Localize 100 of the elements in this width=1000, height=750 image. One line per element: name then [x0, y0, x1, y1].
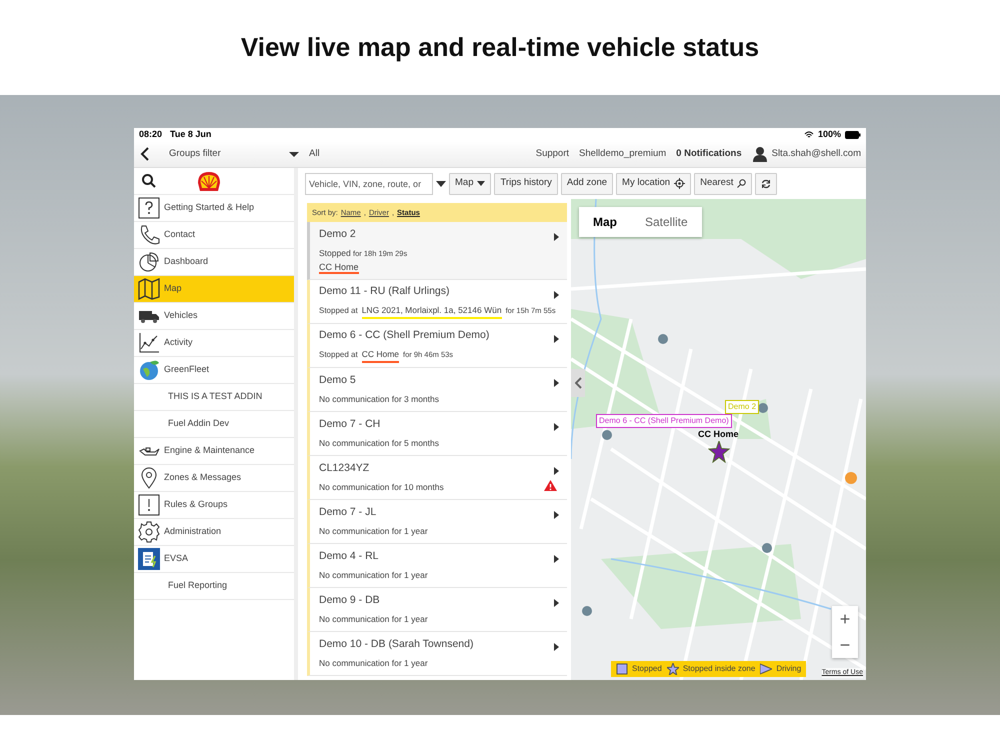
- legend-label: Stopped inside zone: [682, 663, 756, 675]
- caret-right-icon: [554, 335, 559, 343]
- battery-icon: [845, 130, 861, 138]
- sidebar-item[interactable]: Map: [134, 276, 294, 303]
- clipboard-icon: [138, 548, 160, 570]
- caret-right-icon: [554, 379, 559, 387]
- legend-label: Stopped: [632, 663, 662, 675]
- zoom-in-button[interactable]: +: [832, 606, 858, 632]
- status-text: Stopped at: [319, 349, 358, 361]
- sidebar-item[interactable]: Contact: [134, 222, 294, 249]
- map-pin-icon: [758, 403, 768, 413]
- sidebar-item[interactable]: THIS IS A TEST ADDIN: [134, 384, 294, 411]
- vehicle-status: No communication for 3 months: [319, 393, 440, 406]
- vehicle-marker-label[interactable]: Demo 6 - CC (Shell Premium Demo): [596, 414, 732, 428]
- vehicle-name: CL1234YZ: [319, 461, 370, 476]
- groups-filter-dropdown[interactable]: Groups filter: [169, 146, 299, 162]
- toolbar-button[interactable]: Add zone: [560, 172, 614, 194]
- vehicle-row[interactable]: Demo 4 - RL No communication for 1 year: [307, 544, 567, 588]
- caret-right-icon: [554, 511, 559, 519]
- square-icon: [616, 663, 628, 675]
- sidebar-item[interactable]: EVSA: [134, 546, 294, 573]
- help-icon: [138, 197, 160, 219]
- exclamation-icon: [138, 494, 160, 516]
- caret-icon: [477, 181, 486, 186]
- collapse-panel-button[interactable]: [571, 369, 585, 397]
- triangle-icon: [760, 663, 772, 675]
- header-link[interactable]: Shelldemo_premium: [579, 146, 666, 162]
- chevron-left-icon: [574, 377, 582, 389]
- restaurant-pin-icon: [845, 472, 857, 484]
- refresh-button[interactable]: [755, 172, 778, 194]
- filter-value: All: [309, 146, 320, 161]
- map-pin-icon: [582, 606, 592, 616]
- notifications-link[interactable]: 0 Notifications: [676, 146, 742, 162]
- caret-right-icon: [554, 643, 559, 651]
- caret-right-icon: [554, 233, 559, 241]
- vehicle-row[interactable]: Demo 5 No communication for 3 months: [307, 368, 567, 412]
- sidebar-item[interactable]: Fuel Reporting: [134, 573, 294, 600]
- page-headline: View live map and real-time vehicle status: [240, 32, 760, 64]
- vehicle-status: No communication for 1 year: [319, 613, 429, 626]
- refresh-icon: [761, 178, 772, 188]
- vehicle-status: No communication for 10 months: [319, 481, 445, 494]
- star-marker-icon[interactable]: [708, 441, 730, 463]
- map-pin-icon: [762, 543, 772, 553]
- caret-right-icon: [554, 555, 559, 563]
- status-text: Stopped at: [319, 305, 358, 317]
- crosshair-icon: [674, 178, 686, 189]
- zoom-out-button[interactable]: −: [832, 632, 858, 658]
- map-type-tab[interactable]: Map: [579, 207, 631, 237]
- vehicle-name: Demo 7 - CH: [319, 417, 380, 432]
- map-pin-icon: [602, 430, 612, 440]
- legend-label: Driving: [776, 663, 802, 675]
- zone-link[interactable]: LNG 2021, Morlaixpl. 1a, 52146 Wün: [362, 304, 502, 319]
- vehicle-row[interactable]: Demo 7 - CH No communication for 5 months: [307, 412, 567, 456]
- zone-link[interactable]: CC Home: [362, 348, 400, 363]
- caret-right-icon: [554, 291, 559, 299]
- globe-icon: [138, 359, 160, 381]
- shell-logo-icon: [196, 170, 222, 192]
- dropdown-caret-icon[interactable]: [436, 180, 446, 186]
- vehicle-row[interactable]: Demo 7 - JL No communication for 1 year: [307, 500, 567, 544]
- vehicle-name: Demo 7 - JL: [319, 505, 376, 520]
- phone-icon: [138, 224, 160, 246]
- search-icon[interactable]: [142, 174, 156, 188]
- sidebar-item[interactable]: Zones & Messages: [134, 465, 294, 492]
- sidebar-item[interactable]: Rules & Groups: [134, 492, 294, 519]
- toolbar-button[interactable]: Trips history: [494, 172, 558, 194]
- vehicle-name: Demo 6 - CC (Shell Premium Demo): [319, 328, 490, 344]
- user-icon: [752, 146, 768, 162]
- zone-link[interactable]: CC Home: [319, 262, 359, 274]
- sidebar-item[interactable]: GreenFleet: [134, 357, 294, 384]
- star-icon: [666, 663, 679, 675]
- vehicle-status: No communication for 1 year: [319, 657, 429, 670]
- vehicle-name: Demo 11 - RU (Ralf Urlings): [319, 284, 450, 300]
- sidebar-item[interactable]: Activity: [134, 330, 294, 357]
- vehicle-row[interactable]: Demo 9 - DB No communication for 1 year: [307, 588, 567, 632]
- vehicle-status: No communication for 1 year: [319, 569, 429, 582]
- caret-right-icon: [554, 599, 559, 607]
- sidebar-item[interactable]: Engine & Maintenance: [134, 438, 294, 465]
- battery-percent: 100%: [818, 128, 841, 141]
- back-icon[interactable]: [139, 147, 151, 161]
- vehicle-row[interactable]: Demo 10 - DB (Sarah Townsend) No communication for 1 year: [307, 632, 567, 676]
- header-link[interactable]: Support: [536, 146, 570, 162]
- search-icon: [737, 179, 746, 188]
- date-text: Tue 8 Jun: [170, 128, 212, 141]
- caret-right-icon: [554, 467, 559, 475]
- user-link[interactable]: Slta.shah@shell.com: [772, 146, 861, 162]
- search-field[interactable]: Vehicle, VIN, zone, route, or: [305, 172, 433, 194]
- vehicle-status: No communication for 1 year: [319, 525, 429, 538]
- caret-right-icon: [554, 423, 559, 431]
- vehicle-row[interactable]: CL1234YZ No communication for 10 months: [307, 456, 567, 500]
- map-mode-dropdown[interactable]: Map: [449, 172, 492, 194]
- sidebar-item[interactable]: Fuel Addin Dev: [134, 411, 294, 438]
- my-location-button[interactable]: My location: [616, 172, 692, 194]
- wifi-icon: [804, 130, 814, 138]
- sidebar-item[interactable]: Vehicles: [134, 303, 294, 330]
- vehicle-name: Demo 2: [319, 227, 356, 242]
- pie-chart-icon: [138, 251, 160, 273]
- sidebar-item[interactable]: Getting Started & Help: [134, 195, 294, 222]
- nearest-button[interactable]: Nearest: [694, 172, 752, 194]
- sidebar-item[interactable]: Administration: [134, 519, 294, 546]
- map-type-tab[interactable]: Satellite: [631, 207, 702, 237]
